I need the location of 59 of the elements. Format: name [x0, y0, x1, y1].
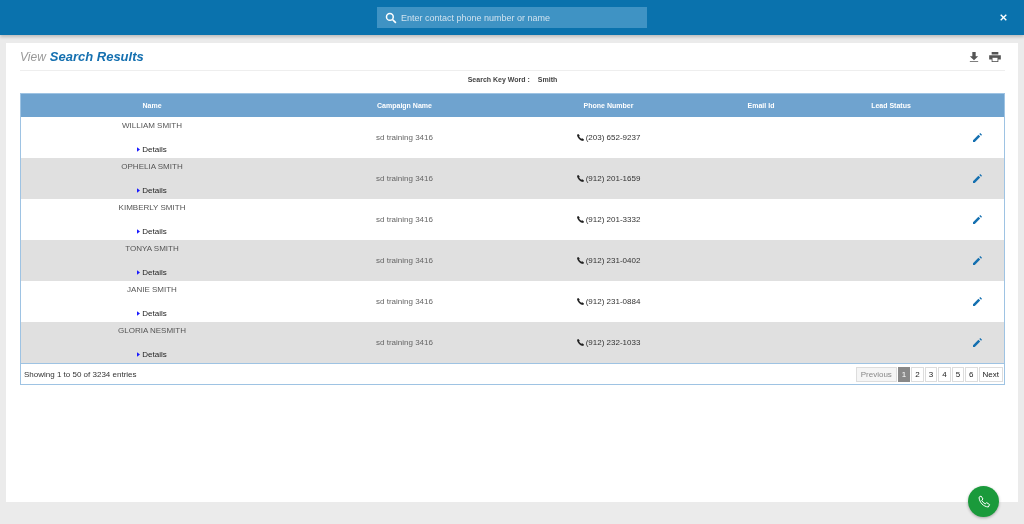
caret-icon — [137, 147, 141, 152]
details-link[interactable]: Details — [137, 227, 167, 236]
campaign-cell-text: sd training 3416 — [375, 215, 434, 224]
details-link[interactable]: Details — [137, 350, 167, 359]
page-button[interactable]: 6 — [965, 366, 978, 382]
details-link[interactable]: Details — [137, 268, 167, 277]
caret-icon — [137, 188, 141, 193]
caret-icon — [137, 311, 141, 316]
page-button[interactable]: 4 — [938, 366, 951, 382]
contact-name: GLORIA NESMITH — [118, 326, 186, 335]
phone-icon — [576, 257, 584, 264]
edit-icon[interactable] — [973, 133, 982, 142]
edit-icon[interactable] — [973, 174, 982, 183]
contact-name: TONYA SMITH — [125, 244, 179, 253]
entries-info: Showing 1 to 50 of 3234 entries — [24, 369, 137, 379]
contact-name: KIMBERLY SMITH — [118, 203, 186, 212]
caret-icon — [137, 270, 141, 275]
next-button[interactable]: Next — [978, 366, 1003, 382]
details-link[interactable]: Details — [137, 145, 167, 154]
phone-icon — [576, 175, 584, 182]
campaign-cell-text: sd training 3416 — [375, 174, 434, 183]
edit-icon[interactable] — [973, 215, 982, 224]
call-button[interactable] — [968, 486, 999, 517]
edit-icon[interactable] — [973, 256, 982, 265]
page-title: Search Results — [49, 49, 144, 64]
caret-icon — [137, 229, 141, 234]
phone-icon — [576, 298, 584, 305]
download-icon[interactable] — [969, 51, 979, 62]
page-button[interactable]: 1 — [897, 366, 911, 382]
details-link[interactable]: Details — [137, 309, 167, 318]
campaign-cell-text: sd training 3416 — [375, 297, 434, 306]
phone-icon — [576, 134, 584, 141]
page-button[interactable]: 5 — [951, 366, 965, 382]
contact-name: WILLIAM SMITH — [122, 121, 182, 130]
close-icon[interactable] — [1000, 14, 1007, 21]
title-prefix: View — [20, 50, 46, 64]
page-button[interactable]: 3 — [924, 366, 938, 382]
previous-button[interactable]: Previous — [855, 366, 897, 382]
campaign-cell-text: sd training 3416 — [375, 133, 434, 142]
print-icon[interactable] — [989, 51, 1001, 62]
phone-number: (912) 231-0884 — [585, 297, 641, 306]
details-link[interactable]: Details — [137, 186, 167, 195]
phone-icon — [576, 216, 584, 223]
phone-icon — [975, 493, 992, 510]
edit-icon[interactable] — [973, 297, 982, 306]
contact-name: OPHELIA SMITH — [121, 162, 183, 171]
phone-number: (912) 201-3332 — [585, 215, 641, 224]
caret-icon — [137, 352, 141, 357]
phone-number: (203) 652-9237 — [585, 133, 641, 142]
campaign-cell-text: sd training 3416 — [375, 338, 434, 347]
phone-number: (912) 232-1033 — [585, 338, 641, 347]
phone-number: (912) 231-0402 — [585, 256, 641, 265]
edit-icon[interactable] — [973, 338, 982, 347]
contact-name: JANIE SMITH — [127, 285, 177, 294]
search-field[interactable]: Enter contact phone number or name — [377, 7, 647, 28]
phone-icon — [576, 339, 584, 346]
page-button[interactable]: 2 — [911, 366, 924, 382]
campaign-cell-text: sd training 3416 — [375, 256, 434, 265]
phone-number: (912) 201-1659 — [585, 174, 641, 183]
